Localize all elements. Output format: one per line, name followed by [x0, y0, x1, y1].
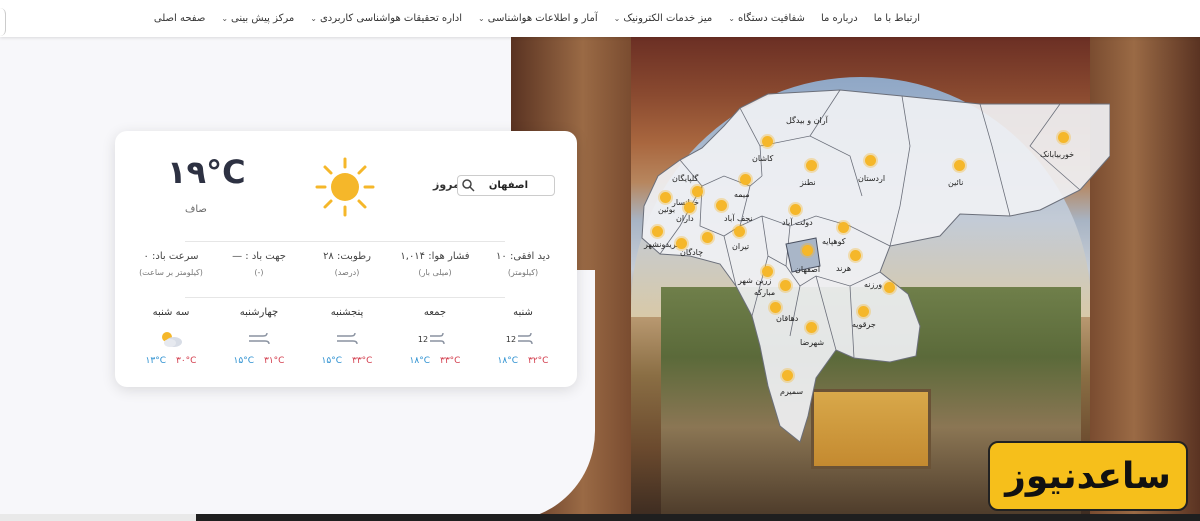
map-city-label[interactable]: نجف آباد — [724, 214, 753, 223]
forecast-day[interactable]: چهارشنبه ۱۵°C ۳۱°C — [215, 307, 303, 366]
map-city-label[interactable]: کوهپایه — [822, 237, 846, 246]
sun-icon — [806, 322, 817, 333]
map-city-label[interactable]: زرین شهر — [738, 276, 771, 285]
chevron-down-icon: ⌄ — [478, 14, 485, 23]
divider — [185, 241, 505, 242]
forecast-day[interactable]: پنجشنبه ۱۵°C ۳۳°C — [303, 307, 391, 366]
chevron-down-icon: ⌄ — [728, 14, 735, 23]
nav-menu: صفحه اصلی مرکز پیش بینی ⌄ اداره تحقیقات ه… — [154, 0, 920, 37]
map-city-label[interactable]: نطنز — [800, 178, 816, 187]
map-city-label[interactable]: دهاقان — [776, 314, 798, 323]
stat-wind-direction: جهت باد : — (-) — [232, 251, 286, 277]
map-city-label[interactable]: خوربیابانک — [1040, 150, 1074, 159]
map-city-label[interactable]: کاشان — [752, 154, 773, 163]
sun-icon — [802, 245, 813, 256]
chevron-down-icon: ⌄ — [613, 14, 621, 23]
map-city-label[interactable]: اصفهان — [795, 265, 820, 274]
sun-icon — [838, 222, 849, 233]
map-city-label[interactable]: هرند — [836, 264, 851, 273]
weather-stats: سرعت باد: ۰ (کیلومتر بر ساعت) جهت باد : … — [127, 251, 567, 277]
map-city-label[interactable]: جرقویه — [852, 320, 876, 329]
nav-item-forecast-center[interactable]: مرکز پیش بینی ⌄ — [221, 13, 294, 24]
nav-item-home[interactable]: صفحه اصلی — [154, 13, 205, 24]
sun-icon — [865, 155, 876, 166]
map-city-label[interactable]: دولت آباد — [782, 218, 813, 227]
nav-item-statistics[interactable]: آمار و اطلاعات هواشناسی ⌄ — [478, 13, 598, 24]
nav-item-e-services[interactable]: میز خدمات الکترونیک ⌄ — [614, 13, 713, 24]
sun-icon — [716, 200, 727, 211]
map-city-label[interactable]: تیران — [732, 242, 749, 251]
sun-icon — [734, 226, 745, 237]
sun-icon — [692, 186, 703, 197]
cloud-sun-icon — [127, 328, 215, 350]
forecast-row: سه شنبه ۱۳°C ۳۰°C چهارشنبه ۱۵°C ۳۱°C پنجشن… — [127, 307, 567, 366]
province-map[interactable] — [640, 86, 1111, 446]
map-city-label[interactable]: مبارکه — [754, 288, 775, 297]
sun-icon — [762, 136, 773, 147]
sun-icon — [780, 280, 791, 291]
map-city-label[interactable]: آران و بیدگل — [786, 116, 828, 125]
forecast-day[interactable]: سه شنبه ۱۳°C ۳۰°C — [127, 307, 215, 366]
wind-icon — [215, 328, 303, 350]
sun-icon — [954, 160, 965, 171]
sun-icon — [858, 306, 869, 317]
map-city-label[interactable]: چادگان — [680, 248, 703, 257]
wind-icon: 12 — [479, 328, 567, 350]
nav-item-about[interactable]: درباره ما — [821, 13, 858, 24]
saednews-logo: ساعدنیوز — [988, 441, 1188, 511]
divider — [185, 297, 505, 298]
sun-icon — [740, 174, 751, 185]
map-city-label[interactable]: داران — [676, 214, 694, 223]
forecast-day[interactable]: جمعه 12 ۱۸°C ۳۳°C — [391, 307, 479, 366]
map-city-label[interactable]: بوئین — [658, 205, 675, 214]
map-city-label[interactable]: میمه — [734, 190, 750, 199]
stat-pressure: فشار هوا: ۱,۰۱۴ (میلی بار) — [400, 251, 470, 277]
map-city-label[interactable]: شهرضا — [800, 338, 824, 347]
sun-icon — [770, 302, 781, 313]
sun-icon — [702, 232, 713, 243]
search-icon[interactable] — [461, 178, 475, 192]
stat-humidity: رطوبت: ۲۸ (درصد) — [323, 251, 371, 277]
nav-item-transparency[interactable]: شفافیت دستگاه ⌄ — [728, 13, 805, 24]
wind-icon: 12 — [391, 328, 479, 350]
stat-visibility: دید افقی: ۱۰ (کیلومتر) — [496, 251, 550, 277]
sun-icon — [652, 226, 663, 237]
sun-icon — [850, 250, 861, 261]
nav-item-research[interactable]: اداره تحقیقات هواشناسی کاربردی ⌄ — [310, 13, 462, 24]
forecast-day[interactable]: شنبه 12 ۱۸°C ۳۲°C — [479, 307, 567, 366]
sun-icon — [782, 370, 793, 381]
map-city-label[interactable]: فریدونشهر — [644, 240, 680, 249]
sun-icon — [790, 204, 801, 215]
map-city-label[interactable]: ورزنه — [864, 280, 882, 289]
wind-icon — [303, 328, 391, 350]
chevron-down-icon: ⌄ — [221, 14, 229, 23]
province-map-shape — [641, 89, 1111, 443]
sun-icon — [684, 202, 695, 213]
map-city-label[interactable]: سمیرم — [780, 387, 803, 396]
map-city-label[interactable]: گلپایگان — [672, 174, 698, 183]
nav-edge — [0, 8, 6, 36]
current-condition: صاف — [185, 204, 207, 215]
top-navigation: صفحه اصلی مرکز پیش بینی ⌄ اداره تحقیقات ه… — [0, 0, 1200, 37]
weather-card: ۱۹°C صاف امروز سرعت باد: ۰ (کیلومتر بر س… — [115, 131, 577, 387]
stat-wind-speed: سرعت باد: ۰ (کیلومتر بر ساعت) — [139, 251, 203, 277]
sun-icon — [315, 157, 375, 217]
taskbar-left — [0, 514, 196, 521]
sun-icon — [806, 160, 817, 171]
map-city-label[interactable]: اردستان — [858, 174, 885, 183]
current-temperature: ۱۹°C — [167, 153, 246, 191]
sun-icon — [1058, 132, 1069, 143]
sun-icon — [660, 192, 671, 203]
sun-icon — [884, 282, 895, 293]
map-city-label[interactable]: نائین — [948, 178, 963, 187]
chevron-down-icon: ⌄ — [310, 14, 317, 23]
nav-item-contact[interactable]: ارتباط با ما — [874, 13, 920, 24]
